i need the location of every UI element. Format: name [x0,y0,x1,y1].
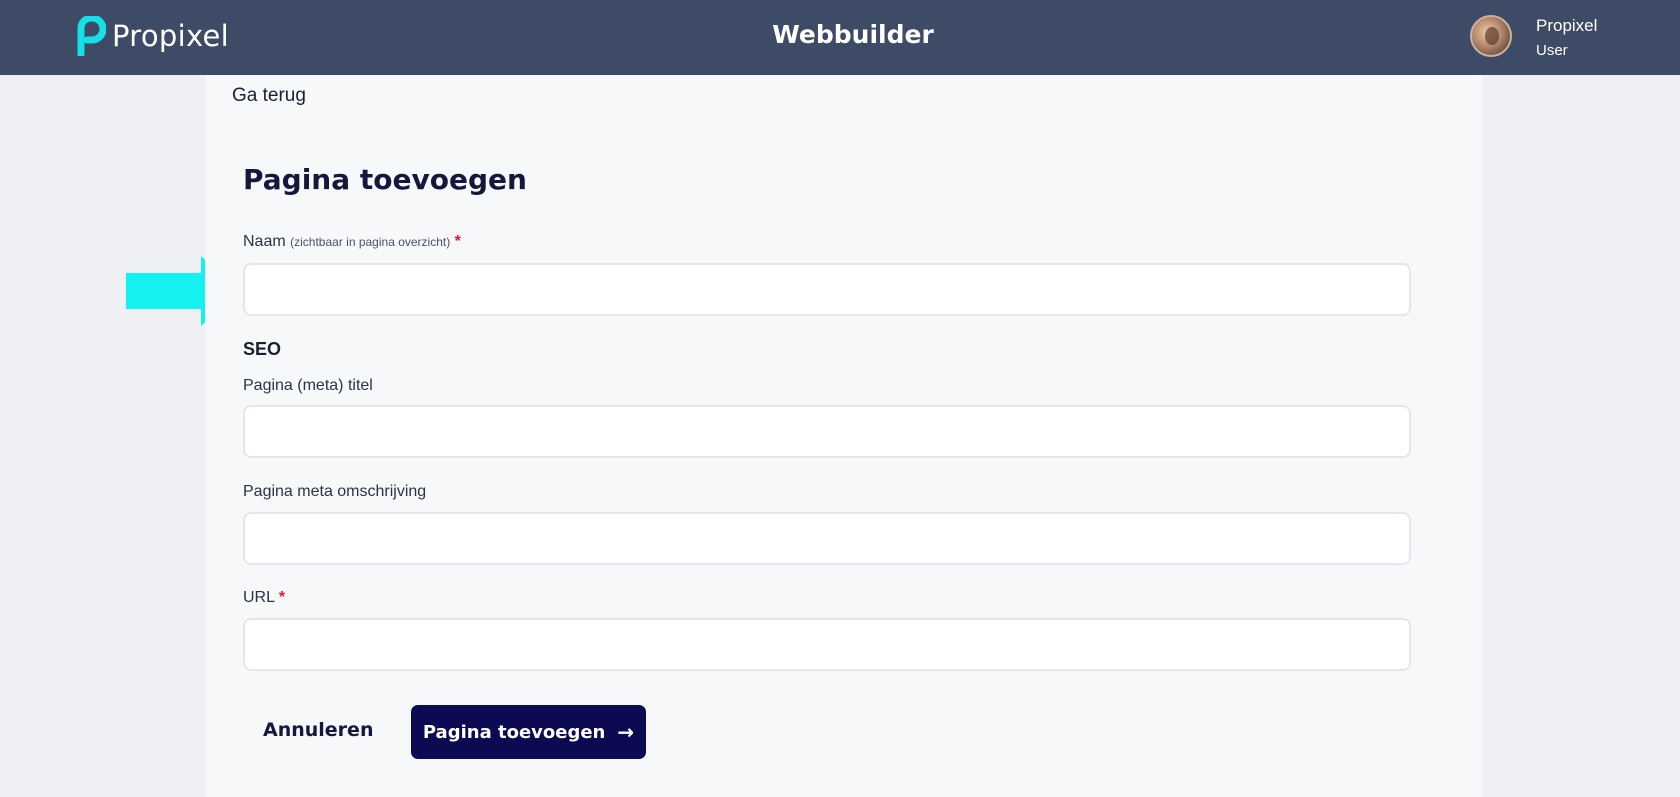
meta-title-input[interactable] [243,405,1411,458]
seo-heading: SEO [243,339,282,359]
name-label-hint: (zichtbaar in pagina overzicht) [290,235,451,249]
meta-title-label: Pagina (meta) titel [243,377,373,394]
meta-description-label: Pagina meta omschrijving [243,483,427,500]
user-menu[interactable]: Propixel User [1470,15,1597,59]
user-role: User [1536,42,1568,59]
meta-description-input[interactable] [243,512,1411,565]
name-label-text: Naam [243,233,286,250]
cancel-button[interactable]: Annuleren [263,712,373,748]
page-title: Pagina toevoegen [243,163,527,196]
arrow-right-icon: → [617,720,635,744]
name-input[interactable] [243,263,1411,316]
top-bar: Propixel Webbuilder Propixel User [0,0,1680,75]
url-label: URL * [243,589,285,607]
add-page-button-label: Pagina toevoegen [422,721,606,743]
url-input[interactable] [243,618,1411,671]
back-link[interactable]: Ga terug [232,85,306,107]
add-page-button[interactable]: Pagina toevoegen → [411,705,646,759]
user-name: Propixel [1536,16,1598,35]
app-title: Webbuilder [772,20,934,49]
url-label-text: URL [243,589,275,606]
avatar[interactable] [1470,15,1512,57]
name-label: Naam (zichtbaar in pagina overzicht) * [243,233,461,251]
required-marker: * [454,233,461,250]
required-marker: * [278,589,286,606]
main-panel: Ga terug Pagina toevoegen Naam (zichtbaa… [205,75,1483,797]
user-info: Propixel User [1536,15,1656,62]
